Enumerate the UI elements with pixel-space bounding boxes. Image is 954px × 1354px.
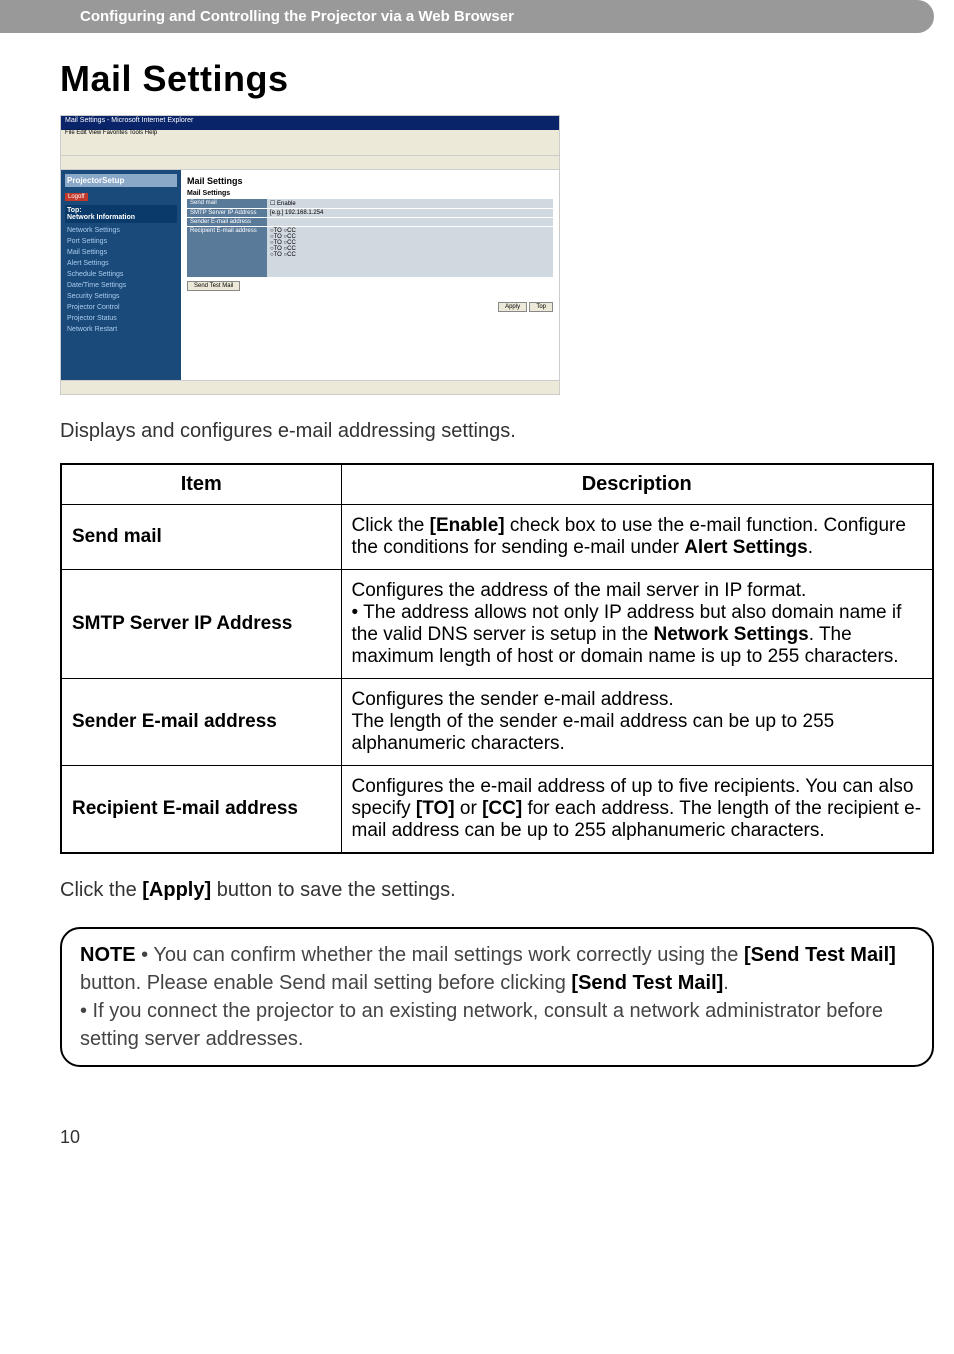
note-box: NOTE • You can confirm whether the mail … bbox=[60, 927, 934, 1067]
settings-table: Item Description Send mail Click the [En… bbox=[60, 463, 934, 854]
screenshot-nav-item: Mail Settings bbox=[65, 247, 177, 258]
screenshot-nav-item: Date/Time Settings bbox=[65, 280, 177, 291]
table-item-smtp: SMTP Server IP Address bbox=[61, 570, 341, 679]
screenshot-recipient-label: Recipient E-mail address bbox=[187, 227, 267, 277]
apply-instruction: Click the [Apply] button to save the set… bbox=[60, 879, 934, 902]
screenshot-nav-item: Alert Settings bbox=[65, 258, 177, 269]
screenshot-content-subtitle: Mail Settings bbox=[187, 190, 553, 197]
table-header-item: Item bbox=[61, 464, 341, 505]
page-number: 10 bbox=[60, 1127, 934, 1148]
screenshot-send-mail-label: Send mail bbox=[187, 199, 267, 208]
screenshot-recipient-value: ○TO ○CC ○TO ○CC ○TO ○CC ○TO ○CC ○TO ○CC bbox=[267, 227, 553, 277]
breadcrumb-header: Configuring and Controlling the Projecto… bbox=[0, 0, 934, 33]
screenshot-nav-item: Projector Status bbox=[65, 313, 177, 324]
table-item-sender: Sender E-mail address bbox=[61, 679, 341, 766]
screenshot-content: Mail Settings Mail Settings Send mail ☐ … bbox=[181, 170, 559, 380]
screenshot-apply-button: Apply bbox=[498, 302, 527, 312]
screenshot-sidebar-title: ProjectorSetup bbox=[65, 174, 177, 187]
table-row: SMTP Server IP Address Configures the ad… bbox=[61, 570, 933, 679]
note-label: NOTE bbox=[80, 944, 136, 966]
screenshot-enable-value: ☐ Enable bbox=[267, 199, 553, 208]
screenshot-sender-value bbox=[267, 218, 553, 226]
table-header-description: Description bbox=[341, 464, 933, 505]
screenshot-addressbar bbox=[61, 156, 559, 170]
page-title: Mail Settings bbox=[60, 58, 934, 100]
screenshot-send-test-button: Send Test Mail bbox=[187, 281, 240, 291]
table-item-send-mail: Send mail bbox=[61, 505, 341, 570]
screenshot-nav-item: Schedule Settings bbox=[65, 269, 177, 280]
table-desc-send-mail: Click the [Enable] check box to use the … bbox=[341, 505, 933, 570]
screenshot-content-title: Mail Settings bbox=[187, 176, 553, 186]
screenshot-nav-top: Top: Network Information bbox=[65, 205, 177, 223]
table-desc-recipient: Configures the e-mail address of up to f… bbox=[341, 766, 933, 854]
screenshot-nav-item: Network Restart bbox=[65, 324, 177, 335]
screenshot-menubar: File Edit View Favorites Tools Help bbox=[61, 130, 559, 140]
table-row: Send mail Click the [Enable] check box t… bbox=[61, 505, 933, 570]
table-row: Recipient E-mail address Configures the … bbox=[61, 766, 933, 854]
screenshot-smtp-value: [e.g.] 192.168.1.254 bbox=[267, 209, 553, 217]
screenshot-top-button: Top bbox=[529, 302, 553, 312]
table-desc-sender: Configures the sender e-mail address. Th… bbox=[341, 679, 933, 766]
screenshot-nav-item: Port Settings bbox=[65, 236, 177, 247]
screenshot-toolbar bbox=[61, 140, 559, 156]
intro-text: Displays and configures e-mail addressin… bbox=[60, 420, 934, 443]
screenshot-sidebar: ProjectorSetup Logoff Top: Network Infor… bbox=[61, 170, 181, 380]
screenshot-nav-item: Network Settings bbox=[65, 225, 177, 236]
screenshot-statusbar bbox=[61, 380, 559, 394]
table-item-recipient: Recipient E-mail address bbox=[61, 766, 341, 854]
table-desc-smtp: Configures the address of the mail serve… bbox=[341, 570, 933, 679]
screenshot-window-title: Mail Settings - Microsoft Internet Explo… bbox=[61, 116, 559, 130]
table-row: Sender E-mail address Configures the sen… bbox=[61, 679, 933, 766]
screenshot-image: Mail Settings - Microsoft Internet Explo… bbox=[60, 115, 560, 395]
screenshot-nav-item: Security Settings bbox=[65, 291, 177, 302]
screenshot-smtp-label: SMTP Server IP Address bbox=[187, 209, 267, 217]
screenshot-nav-item: Projector Control bbox=[65, 302, 177, 313]
screenshot-logoff-button: Logoff bbox=[65, 193, 88, 201]
screenshot-sender-label: Sender E-mail address bbox=[187, 218, 267, 226]
